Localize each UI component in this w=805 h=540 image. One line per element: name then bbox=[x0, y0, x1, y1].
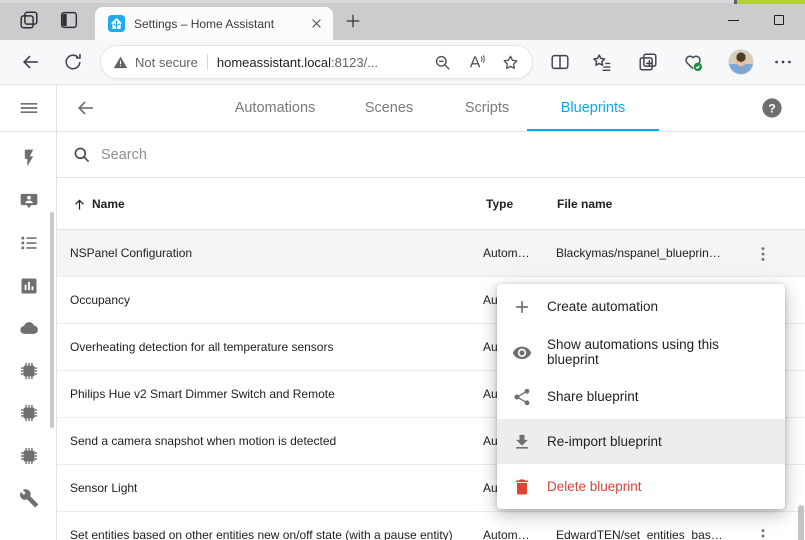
menu-item-label: Create automation bbox=[547, 299, 658, 314]
home-assistant-app: AutomationsScenesScriptsBlueprints ? Nam… bbox=[0, 85, 805, 540]
address-divider bbox=[207, 54, 208, 70]
trash-icon bbox=[512, 477, 532, 497]
wrench-icon[interactable] bbox=[19, 488, 39, 508]
workspaces-icon[interactable] bbox=[18, 9, 40, 31]
address-host: homeassistant.local bbox=[217, 55, 331, 70]
browser-titlebar: Settings – Home Assistant bbox=[0, 0, 805, 40]
cell-name: Overheating detection for all temperatur… bbox=[70, 340, 333, 354]
column-header-name[interactable]: Name bbox=[72, 178, 125, 230]
menu-item-re-import-blueprint[interactable]: Re-import blueprint bbox=[497, 419, 785, 464]
cell-name: Send a camera snapshot when motion is de… bbox=[70, 434, 336, 448]
more-icon[interactable] bbox=[772, 51, 794, 73]
chart-icon[interactable] bbox=[19, 276, 39, 296]
sidebar-scrollbar[interactable] bbox=[50, 212, 54, 428]
cell-name: Occupancy bbox=[70, 293, 130, 307]
address-path: :8123/... bbox=[331, 55, 378, 70]
search-row bbox=[57, 132, 805, 178]
security-label: Not secure bbox=[135, 55, 198, 70]
browser-essentials-icon[interactable] bbox=[682, 51, 704, 73]
split-screen-icon[interactable] bbox=[549, 51, 571, 73]
help-icon[interactable]: ? bbox=[761, 97, 783, 119]
search-icon bbox=[72, 145, 91, 164]
tab-title: Settings – Home Assistant bbox=[134, 17, 299, 31]
cell-name: Philips Hue v2 Smart Dimmer Switch and R… bbox=[70, 387, 335, 401]
window-minimize-button[interactable] bbox=[718, 9, 748, 31]
sort-arrow-icon bbox=[72, 197, 87, 212]
chip-icon[interactable] bbox=[19, 361, 39, 381]
table-header: Name Type File name bbox=[57, 178, 805, 230]
download-icon bbox=[512, 432, 532, 452]
vertical-tabs-icon[interactable] bbox=[58, 9, 80, 31]
row-overflow-menu-icon[interactable] bbox=[753, 526, 773, 540]
column-label: File name bbox=[557, 197, 612, 211]
svg-text:?: ? bbox=[768, 101, 776, 115]
column-header-file-name[interactable]: File name bbox=[557, 178, 612, 230]
tab-automations[interactable]: Automations bbox=[200, 85, 350, 131]
address-bar[interactable]: Not secure homeassistant.local :8123/... bbox=[100, 45, 533, 79]
eye-icon bbox=[512, 342, 532, 362]
cell-type: Autom… bbox=[483, 528, 530, 540]
menu-item-label: Share blueprint bbox=[547, 389, 639, 404]
menu-item-label: Show automations using this blueprint bbox=[547, 337, 769, 367]
menu-item-share-blueprint[interactable]: Share blueprint bbox=[497, 374, 785, 419]
menu-item-create-automation[interactable]: Create automation bbox=[497, 284, 785, 329]
row-overflow-menu-icon[interactable] bbox=[753, 244, 773, 264]
collections-add-icon[interactable] bbox=[637, 51, 659, 73]
back-icon[interactable] bbox=[20, 51, 42, 73]
window-maximize-button[interactable] bbox=[764, 9, 794, 31]
browser-tab[interactable]: Settings – Home Assistant bbox=[95, 7, 333, 40]
favorites-hub-icon[interactable] bbox=[591, 51, 613, 73]
tab-scenes[interactable]: Scenes bbox=[334, 85, 444, 131]
new-tab-icon[interactable] bbox=[343, 11, 363, 31]
menu-item-label: Delete blueprint bbox=[547, 479, 642, 494]
tab-blueprints[interactable]: Blueprints bbox=[527, 85, 659, 131]
cell-name: NSPanel Configuration bbox=[70, 246, 192, 260]
maximize-icon bbox=[774, 15, 784, 25]
cell-file: Blackymas/nspanel_blueprin… bbox=[556, 246, 721, 260]
background-window-strip bbox=[737, 0, 805, 4]
warning-icon[interactable] bbox=[113, 55, 128, 70]
flash-icon[interactable] bbox=[19, 148, 39, 168]
table-row[interactable]: NSPanel Configuration Autom… Blackymas/nsp… bbox=[57, 230, 805, 277]
tab-scripts[interactable]: Scripts bbox=[432, 85, 542, 131]
tab-close-icon[interactable] bbox=[308, 15, 325, 32]
column-header-type[interactable]: Type bbox=[486, 178, 513, 230]
home-assistant-logo-icon bbox=[108, 15, 125, 32]
chip-icon[interactable] bbox=[19, 446, 39, 466]
favorite-star-icon[interactable] bbox=[501, 53, 520, 72]
cell-file: EdwardTEN/set_entities_bas… bbox=[556, 528, 723, 540]
table-row[interactable]: Set entities based on other entities new… bbox=[57, 512, 805, 540]
list-icon[interactable] bbox=[19, 233, 39, 253]
profile-avatar[interactable] bbox=[728, 49, 754, 75]
menu-item-show-automations-using-this-blueprint[interactable]: Show automations using this blueprint bbox=[497, 329, 785, 374]
search-input[interactable] bbox=[101, 147, 501, 163]
cloud-icon[interactable] bbox=[19, 318, 39, 338]
zoom-out-icon[interactable] bbox=[433, 53, 452, 72]
context-menu: Create automation Show automations using … bbox=[497, 284, 785, 509]
menu-item-label: Re-import blueprint bbox=[547, 434, 662, 449]
page-scrollbar[interactable] bbox=[798, 505, 804, 540]
active-tab-underline bbox=[527, 129, 659, 131]
column-label: Type bbox=[486, 197, 513, 211]
cell-type: Autom… bbox=[483, 246, 530, 260]
cell-name: Set entities based on other entities new… bbox=[70, 528, 453, 540]
menu-item-delete-blueprint[interactable]: Delete blueprint bbox=[497, 464, 785, 509]
sidebar-menu-icon[interactable] bbox=[18, 97, 40, 119]
share-icon bbox=[512, 387, 532, 407]
cell-name: Sensor Light bbox=[70, 481, 137, 495]
minimize-icon bbox=[728, 20, 739, 21]
badge-account-icon[interactable] bbox=[19, 191, 39, 211]
chip-icon[interactable] bbox=[19, 403, 39, 423]
column-label: Name bbox=[92, 197, 125, 211]
plus-icon bbox=[512, 297, 532, 317]
titlebar-highlight bbox=[0, 0, 737, 3]
back-arrow-icon[interactable] bbox=[75, 97, 97, 119]
refresh-icon[interactable] bbox=[62, 51, 84, 73]
read-aloud-icon[interactable] bbox=[467, 53, 486, 72]
